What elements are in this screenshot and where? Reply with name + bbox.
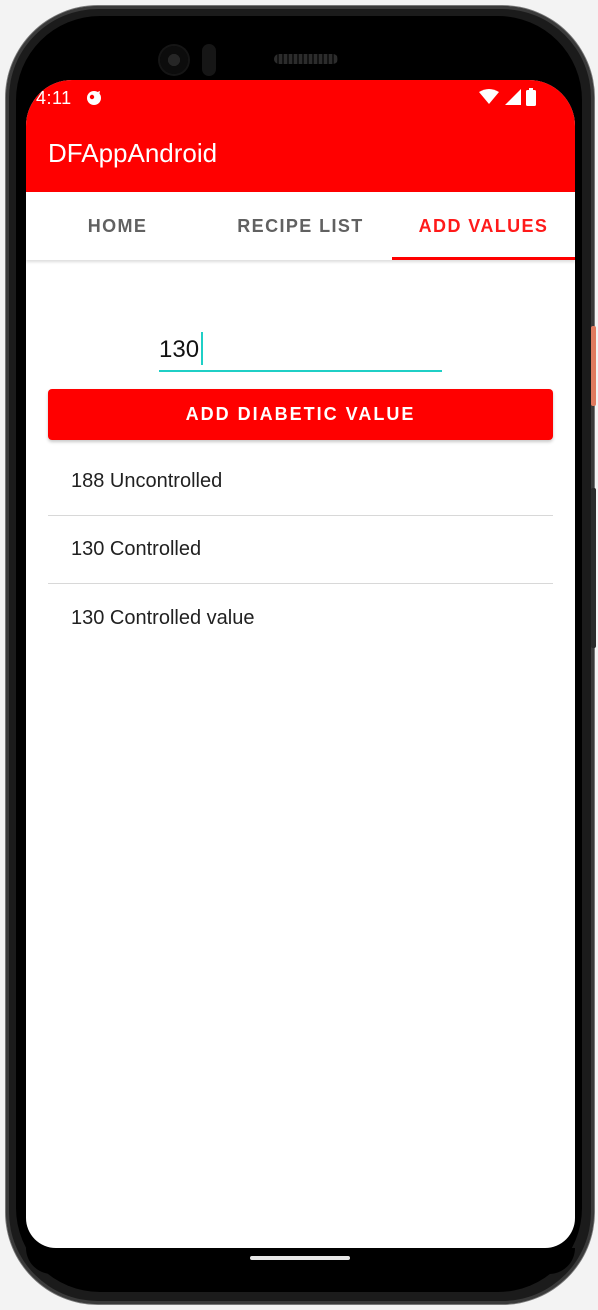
list-item[interactable]: 130 Controlled xyxy=(48,516,553,584)
list-item[interactable]: 188 Uncontrolled xyxy=(48,448,553,516)
values-list: 188 Uncontrolled 130 Controlled 130 Cont… xyxy=(48,448,553,652)
tab-bar: HOME RECIPE LIST ADD VALUES xyxy=(26,192,575,260)
notification-icon xyxy=(84,89,104,107)
value-input-container xyxy=(159,328,442,372)
status-time: 4:11 xyxy=(36,88,72,108)
power-button xyxy=(591,326,596,406)
status-icons xyxy=(479,88,537,106)
home-gesture-handle[interactable] xyxy=(250,1256,350,1260)
text-cursor xyxy=(201,332,203,365)
earpiece-speaker xyxy=(274,54,338,64)
signal-icon xyxy=(503,88,521,106)
wifi-icon xyxy=(479,88,499,106)
volume-button xyxy=(591,488,596,648)
battery-icon xyxy=(525,88,537,106)
tab-recipe-list[interactable]: RECIPE LIST xyxy=(209,192,392,260)
list-item[interactable]: 130 Controlled value xyxy=(48,584,553,652)
tab-add-values[interactable]: ADD VALUES xyxy=(392,192,575,260)
add-diabetic-value-button[interactable]: ADD DIABETIC VALUE xyxy=(48,389,553,440)
app-screen: 4:11 DFAppAndroid HOME RECIPE LIST ADD V… xyxy=(26,80,575,1248)
status-bar: 4:11 xyxy=(26,80,575,114)
sensor-icon xyxy=(202,44,216,76)
tab-home[interactable]: HOME xyxy=(26,192,209,260)
app-title: DFAppAndroid xyxy=(48,138,218,168)
system-navigation-bar xyxy=(26,1248,575,1274)
app-bar: 4:11 DFAppAndroid xyxy=(26,80,575,192)
front-camera-icon xyxy=(160,46,188,74)
